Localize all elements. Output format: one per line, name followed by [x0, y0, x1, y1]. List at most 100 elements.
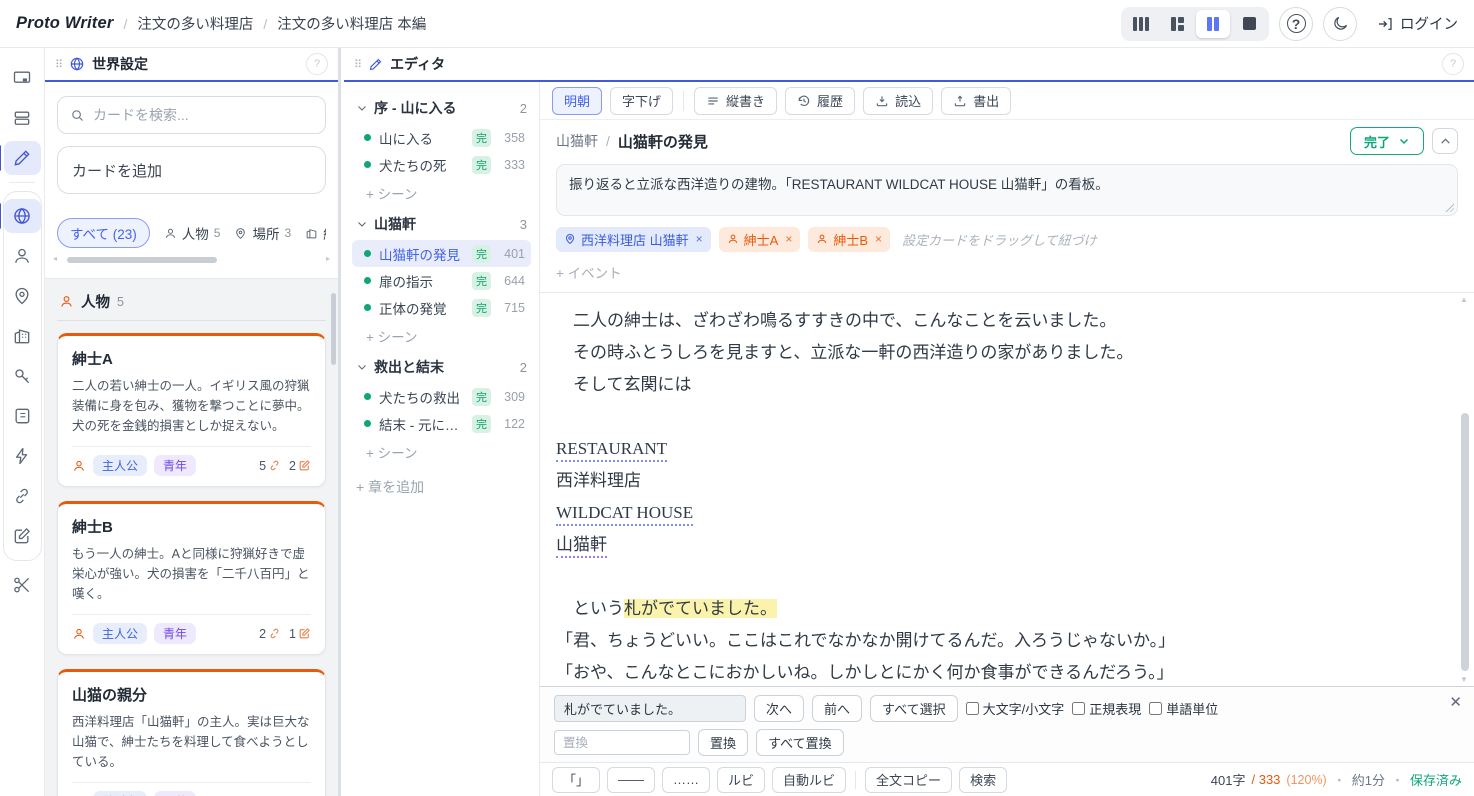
regex-checkbox[interactable] [1072, 702, 1085, 715]
indent-button[interactable]: 字下げ [610, 87, 673, 115]
chapter-row[interactable]: 山猫軒 3 [352, 208, 531, 240]
manuscript-text[interactable]: 二人の紳士は、ざわざわ鳴るすすきの中で、こんなことを云いました。 その時ふとうし… [556, 305, 1448, 686]
key-item-icon[interactable] [4, 359, 41, 393]
dark-mode-button[interactable] [1323, 7, 1357, 41]
scene-row[interactable]: 扉の指示 完 644 [352, 267, 531, 294]
close-icon[interactable]: ✕ [1449, 693, 1462, 711]
filter-all-chip[interactable]: すべて (23) [57, 218, 150, 248]
memo-compose-icon[interactable] [4, 519, 41, 553]
editor-help-icon[interactable]: ? [1442, 53, 1464, 75]
replace-all-button[interactable]: すべて置換 [756, 729, 844, 756]
scene-row[interactable]: 犬たちの救出 完 309 [352, 383, 531, 410]
match-case-option[interactable]: 大文字/小文字 [966, 699, 1065, 718]
breadcrumb-project[interactable]: 注文の多い料理店 [137, 13, 253, 34]
world-globe-icon[interactable] [4, 199, 41, 233]
select-all-matches-button[interactable]: すべて選択 [870, 695, 958, 722]
auto-ruby-button[interactable]: 自動ルビ [772, 767, 846, 793]
horizontal-scrollbar-thumb[interactable] [67, 257, 217, 263]
add-scene-button[interactable]: + シーン [352, 178, 531, 208]
layout-mixed-button[interactable] [1160, 10, 1194, 38]
person-icon[interactable] [4, 239, 41, 273]
scrollbar-thumb[interactable] [1461, 413, 1469, 671]
organization-building-icon[interactable] [4, 319, 41, 353]
scene-row[interactable]: 山に入る 完 358 [352, 124, 531, 151]
replace-button[interactable]: 置換 [698, 729, 748, 756]
ruby-button[interactable]: ルビ [717, 767, 765, 793]
import-button[interactable]: 読込 [863, 87, 933, 115]
add-event-button[interactable]: + イベント [556, 262, 1458, 282]
attribute-tag[interactable]: 青年 [154, 623, 196, 644]
scene-row-active[interactable]: 山猫軒の発見 完 401 [352, 240, 531, 267]
attribute-tag[interactable]: 青年 [154, 455, 196, 476]
character-card[interactable]: 紳士A 二人の若い紳士の一人。イギリス風の狩猟装備に身を包み、獲物を撃つことに夢… [57, 333, 326, 487]
match-case-checkbox[interactable] [966, 702, 979, 715]
scroll-left-arrow-icon[interactable]: ◂ [53, 254, 57, 263]
add-card-button[interactable]: カードを追加 [57, 146, 326, 194]
person-tag[interactable]: 紳士B × [808, 227, 890, 252]
breadcrumb-document[interactable]: 注文の多い料理店 本編 [277, 13, 426, 34]
whole-word-checkbox[interactable] [1149, 702, 1162, 715]
add-scene-button[interactable]: + シーン [352, 321, 531, 351]
person-tag[interactable]: 紳士A × [719, 227, 801, 252]
layout-single-button[interactable] [1232, 10, 1266, 38]
character-card[interactable]: 紳士B もう一人の紳士。Aと同様に狩猟好きで虚栄心が強い。犬の損害を「二千八百円… [57, 501, 326, 655]
role-tag[interactable]: 主人公 [93, 455, 147, 476]
history-button[interactable]: 履歴 [785, 87, 855, 115]
scroll-term-icon[interactable] [4, 399, 41, 433]
filter-person-chip[interactable]: 人物 5 [164, 223, 221, 243]
attribute-tag[interactable]: 黒幕 [154, 791, 196, 796]
find-next-button[interactable]: 次へ [754, 695, 804, 722]
scene-row[interactable]: 正体の発覚 完 715 [352, 294, 531, 321]
cards-icon[interactable] [4, 101, 41, 135]
regex-option[interactable]: 正規表現 [1072, 699, 1141, 718]
card-search-input[interactable] [93, 107, 313, 123]
character-card[interactable]: 山猫の親分 西洋料理店「山猫軒」の主人。実は巨大な山猫で、紳士たちを料理して食べ… [57, 669, 326, 796]
search-button[interactable]: 検索 [959, 767, 1007, 793]
resize-handle[interactable] [1444, 202, 1454, 212]
event-bolt-icon[interactable] [4, 439, 41, 473]
insert-dash-button[interactable]: —— [607, 767, 655, 793]
place-tag[interactable]: 西洋料理店 山猫軒 × [556, 227, 711, 252]
login-button[interactable]: ログイン [1377, 13, 1458, 34]
editor-pencil-icon[interactable] [4, 141, 41, 175]
scroll-down-arrow-icon[interactable]: ▼ [1460, 675, 1468, 684]
role-tag[interactable]: 主人公 [93, 623, 147, 644]
find-input[interactable] [554, 695, 746, 722]
help-button[interactable]: ? [1279, 7, 1313, 41]
insert-ellipsis-button[interactable]: …… [662, 767, 710, 793]
brand-logo[interactable]: Proto Writer [16, 14, 113, 33]
font-mincho-button[interactable]: 明朝 [552, 87, 602, 115]
remove-tag-icon[interactable]: × [785, 232, 792, 246]
collapse-scene-button[interactable] [1432, 128, 1458, 154]
chapter-row[interactable]: 救出と結末 2 [352, 351, 531, 383]
manuscript-scrollbar[interactable]: ▲ ▼ [1459, 295, 1471, 684]
copy-all-button[interactable]: 全文コピー [865, 767, 952, 793]
export-button[interactable]: 書出 [941, 87, 1011, 115]
drag-handle-icon[interactable]: ⠿ [55, 58, 62, 71]
scene-row[interactable]: 結末 - 元に戻らな… 完 122 [352, 410, 531, 437]
scene-chapter-breadcrumb[interactable]: 山猫軒 [556, 131, 598, 151]
remove-tag-icon[interactable]: × [696, 232, 703, 246]
replace-input[interactable] [554, 730, 690, 755]
world-help-icon[interactable]: ? [306, 53, 328, 75]
add-chapter-button[interactable]: + 章を追加 [352, 467, 531, 507]
layout-columns-2-button[interactable] [1196, 10, 1230, 38]
scene-row[interactable]: 犬たちの死 完 333 [352, 151, 531, 178]
card-list-scrollbar-thumb[interactable] [331, 293, 336, 365]
scroll-up-arrow-icon[interactable]: ▲ [1460, 295, 1468, 304]
scroll-right-arrow-icon[interactable]: ▸ [326, 254, 330, 263]
add-scene-button[interactable]: + シーン [352, 437, 531, 467]
cut-scissors-icon[interactable] [4, 568, 41, 602]
place-pin-icon[interactable] [4, 279, 41, 313]
filter-place-chip[interactable]: 場所 3 [234, 223, 291, 243]
chapter-row[interactable]: 序 - 山に入る 2 [352, 92, 531, 124]
relation-link-icon[interactable] [4, 479, 41, 513]
filter-organization-chip[interactable]: 組織 [305, 223, 326, 243]
find-prev-button[interactable]: 前へ [812, 695, 862, 722]
vertical-writing-button[interactable]: 縦書き [694, 87, 777, 115]
whole-word-option[interactable]: 単語単位 [1149, 699, 1218, 718]
scene-summary-textarea[interactable]: 振り返ると立派な西洋造りの建物。「RESTAURANT WILDCAT HOUS… [556, 164, 1458, 216]
presentation-icon[interactable] [4, 61, 41, 95]
layout-columns-3-button[interactable] [1124, 10, 1158, 38]
role-tag[interactable]: 敵対者 [93, 791, 147, 796]
